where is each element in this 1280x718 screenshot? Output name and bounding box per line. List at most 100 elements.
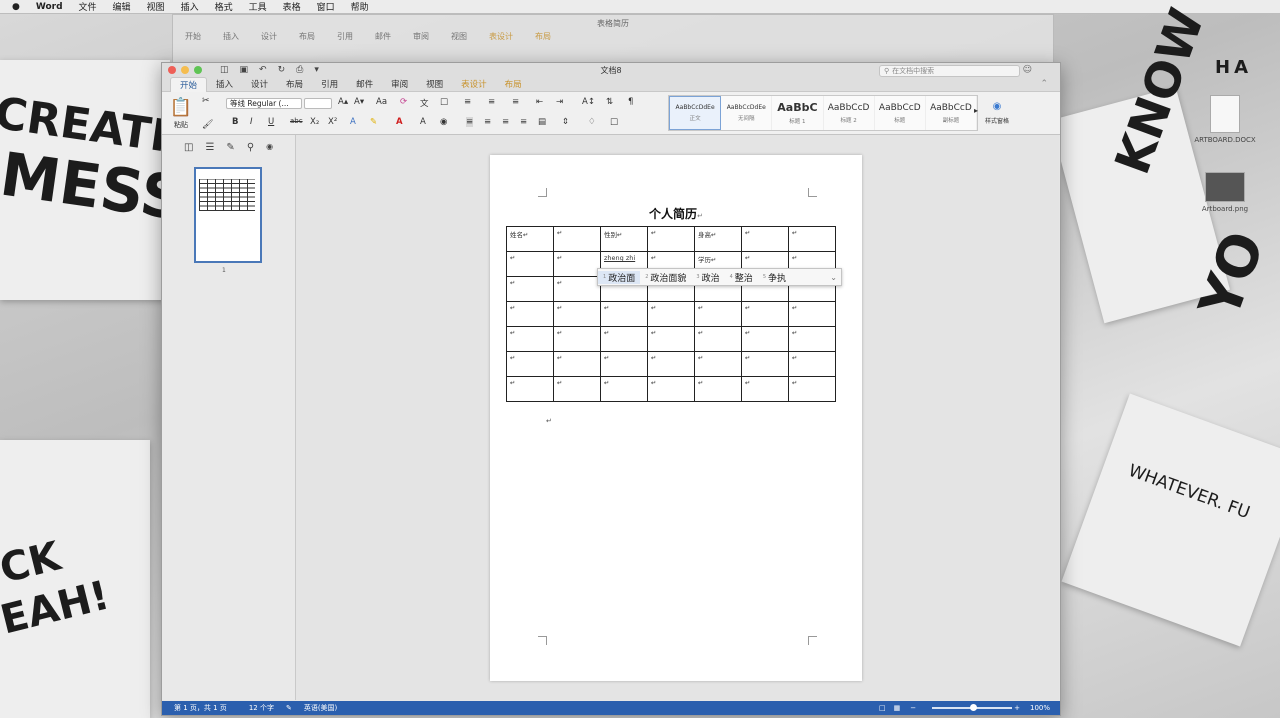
table-cell[interactable]: ↵ <box>506 301 554 327</box>
table-cell[interactable]: ↵ <box>506 276 554 302</box>
bullets-icon[interactable]: ≡ <box>464 97 471 107</box>
menu-help[interactable]: 帮助 <box>351 0 369 13</box>
view-web-layout-icon[interactable]: ▦ <box>894 704 901 712</box>
zoom-out-icon[interactable]: − <box>910 704 916 712</box>
menu-edit[interactable]: 编辑 <box>113 0 131 13</box>
zoom-window-button[interactable] <box>194 66 202 74</box>
borders-icon[interactable]: □ <box>610 117 618 127</box>
menu-table[interactable]: 表格 <box>283 0 301 13</box>
style-normal[interactable]: AaBbCcDdEe 正文 <box>669 96 722 130</box>
close-pane-icon[interactable]: ◉ <box>266 142 273 153</box>
save-icon[interactable]: ▣ <box>240 65 249 75</box>
enclose-char-icon[interactable]: ◉ <box>440 117 447 127</box>
table-cell[interactable]: ↵ <box>553 251 601 277</box>
chevron-down-icon[interactable]: ⌄ <box>830 273 841 282</box>
table-cell[interactable]: 性别↵ <box>600 226 648 252</box>
superscript-button[interactable]: X² <box>328 117 337 127</box>
increase-indent-icon[interactable]: ⇥ <box>556 97 563 107</box>
tab-references[interactable]: 引用 <box>312 77 347 91</box>
menu-file[interactable]: 文件 <box>79 0 97 13</box>
styles-pane-label[interactable]: 样式窗格 <box>984 116 1010 125</box>
thumbnails-icon[interactable]: ◫ <box>184 142 193 153</box>
tab-review[interactable]: 审阅 <box>382 77 417 91</box>
paste-label[interactable]: 粘贴 <box>170 120 192 130</box>
menu-tools[interactable]: 工具 <box>249 0 267 13</box>
clear-format-icon[interactable]: ⟳ <box>400 97 407 107</box>
phonetic-guide-icon[interactable]: 文 <box>420 97 429 109</box>
menu-window[interactable]: 窗口 <box>317 0 335 13</box>
ime-candidate[interactable]: 3 政治 <box>691 271 724 284</box>
distribute-button[interactable]: ▤ <box>538 117 546 127</box>
table-cell[interactable]: ↵ <box>600 351 648 377</box>
format-painter-icon[interactable]: 🖌 <box>202 120 213 130</box>
table-cell[interactable]: ↵ <box>553 276 601 302</box>
table-cell[interactable]: ↵ <box>506 326 554 352</box>
table-cell[interactable]: ↵ <box>647 326 695 352</box>
cut-icon[interactable]: ✂ <box>202 96 210 106</box>
ime-candidate[interactable]: 5 争执 <box>758 271 791 284</box>
multilevel-list-icon[interactable]: ≡ <box>512 97 519 107</box>
table-cell[interactable]: ↵ <box>647 351 695 377</box>
asian-layout-icon[interactable]: A↕ <box>582 97 595 107</box>
minimize-window-button[interactable] <box>181 66 189 74</box>
style-subtitle[interactable]: AaBbCcD 副标题 <box>926 96 978 130</box>
italic-button[interactable]: I <box>250 117 253 127</box>
font-name-select[interactable]: 等线 Regular (... <box>226 98 302 109</box>
close-window-button[interactable] <box>168 66 176 74</box>
table-cell[interactable]: ↵ <box>694 376 742 402</box>
table-cell[interactable]: ↵ <box>788 301 836 327</box>
shading-icon[interactable]: ♢ <box>588 117 596 127</box>
desktop-file-png[interactable]: Artboard.png <box>1190 172 1260 213</box>
styles-more-icon[interactable]: ▸ <box>974 106 978 115</box>
table-cell[interactable]: ↵ <box>647 376 695 402</box>
table-cell[interactable]: ↵ <box>788 226 836 252</box>
font-size-select[interactable] <box>304 98 332 109</box>
tab-mailings[interactable]: 邮件 <box>347 77 382 91</box>
char-border-icon[interactable]: □ <box>440 97 448 107</box>
table-cell[interactable]: ↵ <box>553 376 601 402</box>
menu-format[interactable]: 格式 <box>215 0 233 13</box>
table-cell[interactable]: ↵ <box>506 376 554 402</box>
table-cell[interactable]: ↵ <box>506 251 554 277</box>
redo-icon[interactable]: ↻ <box>278 65 286 75</box>
style-title[interactable]: AaBbCcD 标题 <box>875 96 926 130</box>
undo-icon[interactable]: ↶ <box>259 65 267 75</box>
ime-candidate[interactable]: 1 政治面 <box>598 270 641 284</box>
subscript-button[interactable]: X₂ <box>310 117 319 127</box>
table-cell[interactable]: ↵ <box>788 326 836 352</box>
customize-toolbar-icon[interactable]: ▾ <box>314 65 319 75</box>
menu-view[interactable]: 视图 <box>147 0 165 13</box>
language-status[interactable]: 英语(美国) <box>304 703 337 713</box>
line-spacing-icon[interactable]: ⇕ <box>562 117 569 127</box>
smiley-icon[interactable]: ☺ <box>1023 65 1032 75</box>
shrink-font-icon[interactable]: A▾ <box>354 97 364 107</box>
char-shading-icon[interactable]: A <box>420 117 426 127</box>
strikethrough-button[interactable]: abc <box>290 117 303 125</box>
search-pane-icon[interactable]: ⚲ <box>247 142 254 153</box>
tab-table-layout[interactable]: 布局 <box>496 77 531 91</box>
change-case-icon[interactable]: Aa <box>376 97 387 107</box>
sidebar-toggle-icon[interactable]: ◫ <box>220 65 229 75</box>
table-cell[interactable]: ↵ <box>694 351 742 377</box>
word-count[interactable]: 12 个字 <box>249 703 274 713</box>
table-cell[interactable]: 姓名↵ <box>506 226 554 252</box>
paste-icon[interactable]: 📋 <box>170 96 192 118</box>
table-cell[interactable]: ↵ <box>506 351 554 377</box>
numbering-icon[interactable]: ≡ <box>488 97 495 107</box>
tab-table-design[interactable]: 表设计 <box>452 77 496 91</box>
table-cell[interactable]: ↵ <box>741 326 789 352</box>
table-cell[interactable]: ↵ <box>694 301 742 327</box>
table-cell[interactable]: ↵ <box>553 226 601 252</box>
font-color-icon[interactable]: A <box>396 117 403 127</box>
table-cell[interactable]: ↵ <box>647 226 695 252</box>
tab-layout[interactable]: 布局 <box>277 77 312 91</box>
tab-view[interactable]: 视图 <box>417 77 452 91</box>
edit-pane-icon[interactable]: ✎ <box>226 142 234 153</box>
styles-pane-icon[interactable]: ◉ <box>988 98 1006 114</box>
resume-title[interactable]: 个人简历↵ <box>490 205 862 222</box>
grow-font-icon[interactable]: A▴ <box>338 97 348 107</box>
table-cell[interactable]: ↵ <box>600 301 648 327</box>
app-menu[interactable]: Word <box>36 2 63 12</box>
table-cell[interactable]: ↵ <box>647 301 695 327</box>
highlight-icon[interactable]: ✎ <box>370 117 377 127</box>
